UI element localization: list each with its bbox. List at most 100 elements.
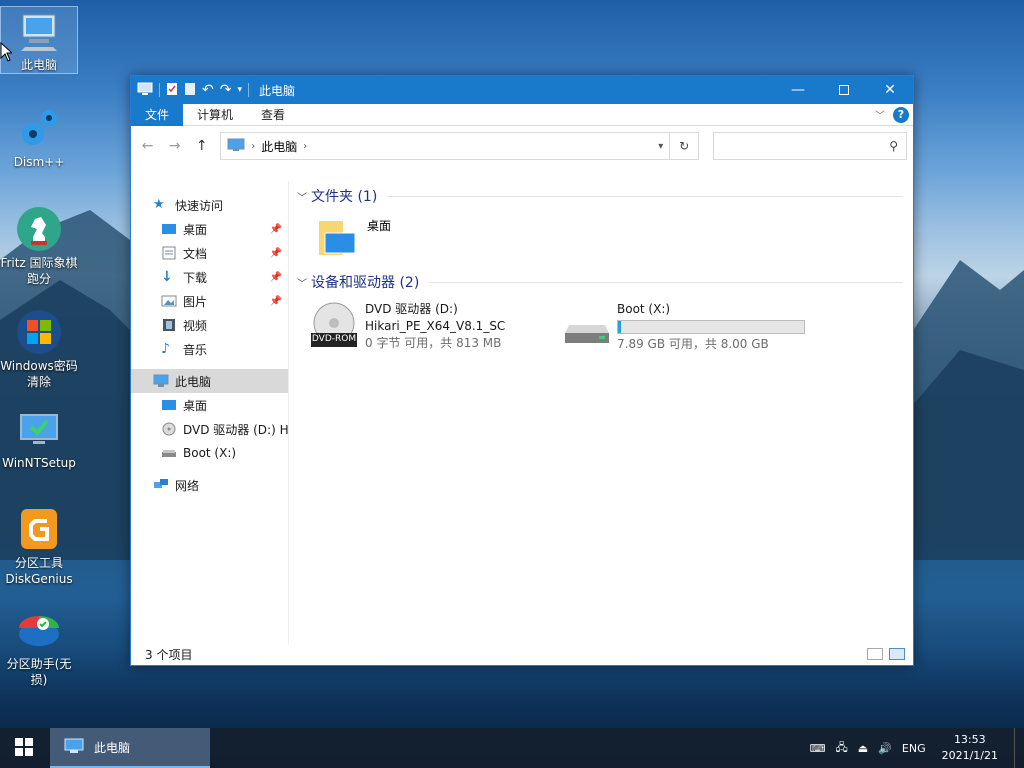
nav-desktop[interactable]: 桌面 📌 — [131, 217, 288, 241]
refresh-button[interactable]: ↻ — [670, 132, 700, 160]
desktop-icon-label: 分区助手(无损) — [6, 657, 72, 687]
search-box[interactable]: ⚲ — [713, 132, 907, 160]
windows-logo-icon — [15, 737, 33, 759]
language-indicator[interactable]: ENG — [902, 742, 926, 755]
desktop-icon-label: Dism++ — [13, 155, 65, 169]
dvd-rom-icon: DVD-ROM — [309, 301, 359, 349]
nav-label: 文档 — [183, 246, 208, 261]
help-icon[interactable]: ? — [893, 106, 909, 123]
desktop-icon-partition-assistant[interactable]: 分区助手(无损) — [0, 606, 78, 688]
breadcrumb-this-pc[interactable]: 此电脑 — [261, 138, 297, 155]
pin-icon[interactable]: 📌 — [270, 272, 282, 283]
close-button[interactable]: ✕ — [867, 76, 913, 104]
breadcrumb-separator-icon[interactable]: › — [251, 141, 255, 152]
desktop-icon-dism[interactable]: Dism++ — [0, 104, 78, 170]
nav-music[interactable]: ♪ 音乐 — [131, 337, 288, 361]
network-icon — [153, 478, 169, 492]
pictures-icon — [161, 294, 177, 308]
chevron-down-icon[interactable]: ▾ — [658, 141, 663, 152]
chevron-down-icon: ﹀ — [297, 192, 307, 204]
back-button[interactable]: ← — [137, 138, 158, 154]
expand-ribbon-icon[interactable]: ﹀ — [875, 107, 885, 122]
nav-pictures[interactable]: 图片 📌 — [131, 289, 288, 313]
desktop-icon-diskgenius[interactable]: 分区工具DiskGenius — [0, 505, 78, 587]
nav-label: Boot (X:) — [183, 446, 237, 460]
ribbon-tabs: 文件 计算机 查看 ﹀ ? — [131, 103, 913, 126]
desktop-icon-this-pc[interactable]: 此电脑 — [0, 6, 78, 74]
drive-name: DVD 驱动器 (D:) — [365, 302, 458, 316]
group-devices[interactable]: ﹀ 设备和驱动器 (2) — [297, 269, 913, 295]
nav-boot-drive[interactable]: Boot (X:) — [131, 441, 288, 465]
nav-label: 快速访问 — [175, 198, 224, 213]
nav-quick-access[interactable]: ★ 快速访问 — [131, 193, 288, 217]
desktop-icon-fritz[interactable]: Fritz 国际象棋跑分 — [0, 205, 78, 287]
volume-icon[interactable]: 🔊 — [878, 742, 892, 755]
clock-date: 2021/1/21 — [941, 749, 998, 762]
nav-label: 图片 — [183, 294, 208, 309]
quick-access-toolbar: ↶ ↷ ▾ — [131, 82, 242, 99]
undo-icon[interactable]: ↶ — [202, 82, 214, 98]
nav-downloads[interactable]: ↓ 下载 📌 — [131, 265, 288, 289]
explorer-window[interactable]: ↶ ↷ ▾ 此电脑 — ✕ 文件 计算机 查看 ﹀ ? ← → ↑ › 此电脑 … — [130, 75, 914, 666]
clock-time: 13:53 — [953, 733, 986, 746]
keyboard-icon[interactable]: ⌨ — [810, 742, 826, 755]
computer-small-icon — [137, 82, 153, 99]
properties-icon[interactable] — [166, 82, 178, 99]
details-view-icon[interactable] — [867, 648, 883, 660]
pin-icon[interactable]: 📌 — [270, 224, 282, 235]
tab-file[interactable]: 文件 — [131, 103, 184, 126]
status-bar: 3 个项目 — [131, 643, 913, 665]
forward-button[interactable]: → — [164, 138, 185, 154]
desktop-icon-windows-password[interactable]: Windows密码清除 — [0, 308, 78, 390]
nav-network[interactable]: 网络 — [131, 473, 288, 497]
content-pane: ﹀ 文件夹 (1) 桌面 ﹀ 设备和驱动器 (2) DVD-ROM DVD 驱动… — [289, 181, 913, 645]
group-folders[interactable]: ﹀ 文件夹 (1) — [297, 183, 913, 209]
pin-icon[interactable]: 📌 — [270, 296, 282, 307]
customize-dropdown-icon[interactable]: ▾ — [237, 85, 242, 95]
computer-small-icon — [64, 738, 84, 757]
minimize-button[interactable]: — — [775, 76, 821, 104]
nav-documents[interactable]: 文档 📌 — [131, 241, 288, 265]
folder-desktop[interactable]: 桌面 — [297, 209, 913, 267]
tab-view[interactable]: 查看 — [247, 104, 299, 126]
refresh-icon: ↻ — [679, 139, 690, 153]
drive-dvd[interactable]: DVD-ROM DVD 驱动器 (D:) Hikari_PE_X64_V8.1_… — [309, 301, 563, 353]
navigation-pane: ★ 快速访问 桌面 📌 文档 📌 ↓ 下载 📌 图片 📌 视频 ♪ 音乐 此电脑… — [131, 181, 289, 645]
nav-label: 视频 — [183, 318, 208, 333]
start-button[interactable] — [0, 728, 48, 768]
nav-pc-desktop[interactable]: 桌面 — [131, 393, 288, 417]
new-folder-icon[interactable] — [184, 82, 196, 99]
nav-dvd-drive[interactable]: DVD 驱动器 (D:) H — [131, 417, 288, 441]
breadcrumb-separator-icon[interactable]: › — [303, 141, 307, 152]
taskbar-item-this-pc[interactable]: 此电脑 — [50, 728, 210, 768]
computer-small-icon — [227, 138, 245, 155]
up-button[interactable]: ↑ — [191, 138, 212, 154]
chess-knight-icon — [15, 205, 63, 253]
monitor-check-icon — [15, 405, 63, 453]
dvd-icon — [161, 422, 177, 436]
drive-info: 0 字节 可用，共 813 MB — [365, 336, 502, 350]
large-icons-view-icon[interactable] — [889, 648, 905, 660]
desktop-icon-winntsetup[interactable]: WinNTSetup — [0, 405, 78, 471]
address-bar[interactable]: › 此电脑 › ▾ — [220, 132, 671, 160]
nav-label: 此电脑 — [175, 374, 212, 389]
tab-computer[interactable]: 计算机 — [183, 104, 247, 126]
nav-videos[interactable]: 视频 — [131, 313, 288, 337]
desktop-icon-label: Windows密码清除 — [0, 359, 78, 389]
usb-icon[interactable]: ⏏ — [858, 742, 868, 755]
nav-this-pc[interactable]: 此电脑 — [131, 369, 288, 393]
maximize-button[interactable] — [821, 76, 867, 104]
network-tray-icon[interactable]: 🖧 — [836, 739, 848, 758]
title-bar[interactable]: ↶ ↷ ▾ 此电脑 — ✕ — [131, 76, 913, 104]
system-tray: ⌨ 🖧 ⏏ 🔊 ENG 13:53 2021/1/21 — [810, 728, 1024, 768]
computer-icon — [15, 7, 63, 55]
desktop-folder-icon — [161, 222, 177, 236]
drive-boot[interactable]: Boot (X:) 7.89 GB 可用，共 8.00 GB — [563, 301, 817, 353]
clock[interactable]: 13:53 2021/1/21 — [936, 732, 1004, 764]
search-icon: ⚲ — [889, 139, 898, 153]
pin-icon[interactable]: 📌 — [270, 248, 282, 259]
nav-label: 下载 — [183, 270, 208, 285]
redo-icon[interactable]: ↷ — [220, 82, 232, 98]
diskgenius-icon — [15, 505, 63, 553]
show-desktop-button[interactable] — [1014, 728, 1018, 768]
